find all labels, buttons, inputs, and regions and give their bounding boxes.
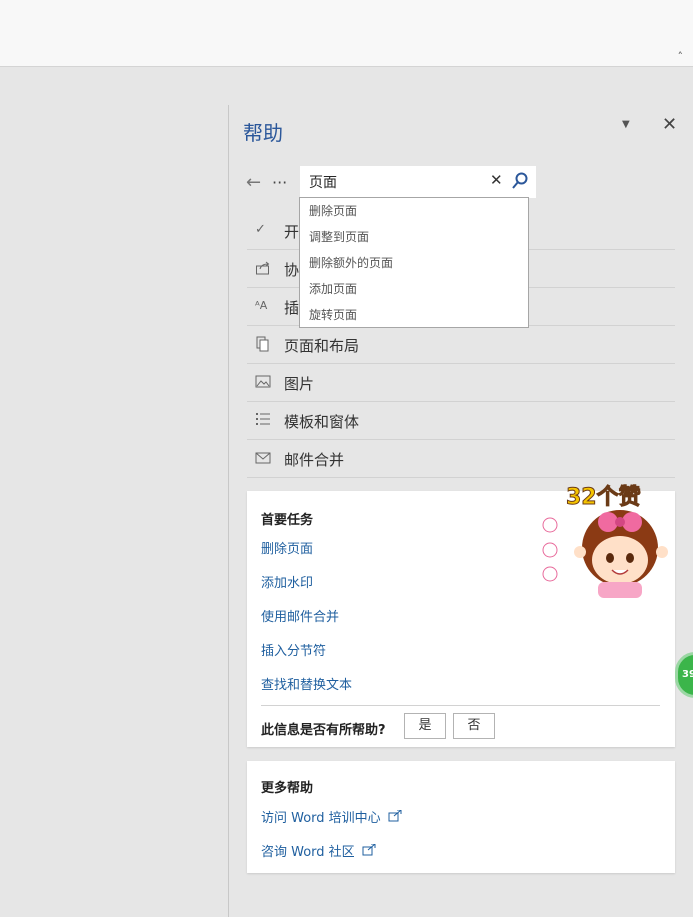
pages-icon (255, 336, 273, 352)
external-link-icon (362, 843, 376, 856)
close-icon[interactable]: ✕ (662, 114, 677, 135)
category-templates-forms[interactable]: 模板和窗体 (247, 402, 675, 440)
collapse-ribbon-icon[interactable]: ˄ (678, 50, 684, 64)
pane-title: 帮助 (243, 121, 283, 145)
category-page-layout[interactable]: 页面和布局 (247, 326, 675, 364)
clear-search-icon[interactable]: ✕ (490, 171, 503, 189)
more-help-card: 更多帮助 访问 Word 培训中心 咨询 Word 社区 (247, 761, 675, 873)
font-size-icon: ᴬA (255, 299, 268, 312)
search-box: ✕ (300, 166, 536, 198)
search-icon[interactable] (510, 171, 530, 191)
search-input[interactable] (309, 172, 479, 192)
top-tasks-heading: 首要任务 (261, 513, 314, 528)
category-label: 图片 (284, 375, 315, 393)
sticker-text: 32个赞 (566, 485, 641, 510)
feedback-no-button[interactable]: 否 (453, 713, 495, 739)
share-icon (255, 260, 273, 276)
suggestion-item[interactable]: 删除额外的页面 (300, 250, 528, 276)
back-arrow-icon[interactable]: ← (246, 172, 261, 193)
category-label: 邮件合并 (284, 451, 345, 469)
search-suggestions: 删除页面 调整到页面 删除额外的页面 添加页面 旋转页面 (299, 197, 529, 328)
task-link[interactable]: 添加水印 (261, 572, 313, 591)
more-help-heading: 更多帮助 (261, 781, 314, 796)
category-pictures[interactable]: 图片 (247, 364, 675, 402)
community-link[interactable]: 咨询 Word 社区 (261, 841, 376, 860)
link-label: 访问 Word 培训中心 (261, 811, 381, 826)
category-label: 模板和窗体 (284, 413, 360, 431)
feedback-yes-button[interactable]: 是 (404, 713, 446, 739)
pane-options-icon[interactable]: ▼ (622, 119, 630, 130)
external-link-icon (388, 809, 402, 822)
more-options-icon[interactable]: ··· (272, 173, 287, 192)
mail-icon (255, 450, 273, 466)
task-link[interactable]: 使用邮件合并 (261, 606, 339, 625)
training-center-link[interactable]: 访问 Word 培训中心 (261, 807, 402, 826)
category-mail-merge[interactable]: 邮件合并 (247, 440, 675, 478)
feedback-question: 此信息是否有所帮助? (261, 723, 386, 738)
divider (261, 705, 660, 706)
category-label: 页面和布局 (284, 337, 360, 355)
list-icon (255, 412, 273, 428)
ribbon-area: ˄ (0, 0, 693, 67)
task-link[interactable]: 插入分节符 (261, 640, 326, 659)
suggestion-item[interactable]: 旋转页面 (300, 302, 528, 328)
check-icon: ✓ (255, 222, 266, 237)
suggestion-item[interactable]: 添加页面 (300, 276, 528, 302)
cartoon-girl-sticker: 32个赞 (542, 485, 668, 598)
picture-icon (255, 374, 273, 390)
link-label: 咨询 Word 社区 (261, 845, 355, 860)
task-link[interactable]: 删除页面 (261, 538, 313, 557)
suggestion-item[interactable]: 调整到页面 (300, 224, 528, 250)
suggestion-item[interactable]: 删除页面 (300, 198, 528, 224)
task-link[interactable]: 查找和替换文本 (261, 674, 352, 693)
